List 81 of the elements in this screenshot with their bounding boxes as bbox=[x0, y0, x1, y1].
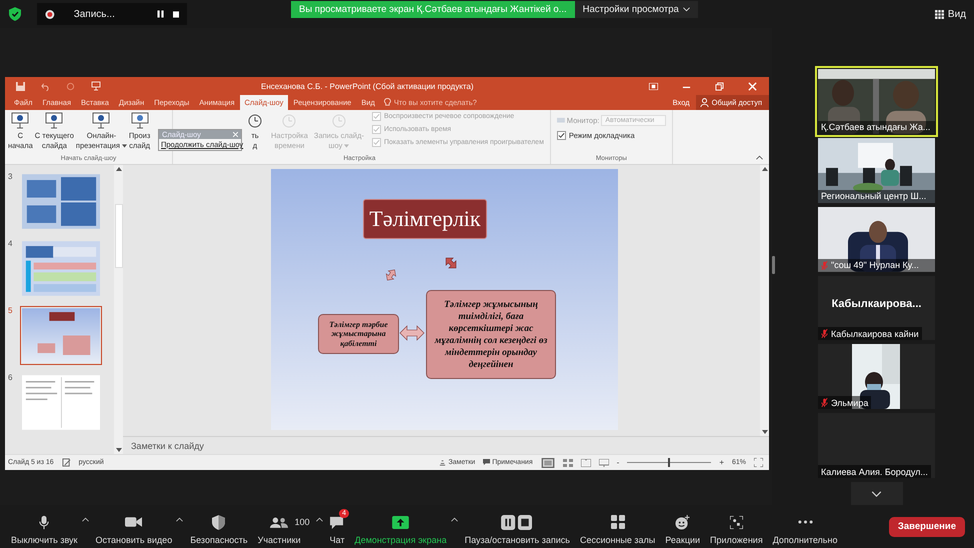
share-screen-icon bbox=[392, 514, 410, 530]
close-icon[interactable] bbox=[233, 132, 238, 137]
caret-icon[interactable] bbox=[450, 516, 458, 522]
checkmark-icon bbox=[558, 132, 565, 139]
stop-icon[interactable] bbox=[172, 10, 179, 18]
toolbar-button[interactable]: 100 Участники bbox=[252, 508, 325, 544]
chevron-down-icon bbox=[682, 6, 690, 12]
slide-text-box: Тәлімгер жұмысының тиімділігі, баға көрсеткіштері жас мұғалімнің сол кезеңдегі өз міндеттерін орындау деңгейінен bbox=[426, 290, 556, 379]
slide-number: 5 bbox=[8, 306, 14, 315]
zoom-out-button[interactable]: - bbox=[616, 458, 620, 467]
undo-icon[interactable] bbox=[41, 82, 50, 90]
lightbulb-icon bbox=[384, 98, 391, 107]
restore-icon[interactable] bbox=[715, 82, 724, 90]
participant-name-text: Калиева Алия. Бородул... bbox=[821, 466, 928, 477]
participant-name-text: Қ.Сәтбаев атындағы Жа... bbox=[821, 122, 930, 132]
scroll-down-icon[interactable] bbox=[116, 448, 122, 452]
toolbar-button[interactable]: Безопасность bbox=[185, 508, 253, 544]
shield-icon[interactable] bbox=[9, 7, 21, 21]
window-title: Енсеханова С.Б. - PowerPoint (Сбой активации продукта) bbox=[261, 82, 474, 90]
emoji-icon bbox=[675, 514, 690, 530]
person-icon bbox=[700, 98, 709, 107]
notes-field[interactable]: Заметки к слайду bbox=[123, 436, 769, 454]
caret-icon[interactable] bbox=[82, 516, 88, 522]
monitor-icon bbox=[556, 116, 565, 124]
toolbar-button[interactable]: Приложения bbox=[705, 508, 768, 544]
camera-icon bbox=[125, 514, 142, 530]
caret-icon[interactable] bbox=[316, 516, 323, 522]
toolbar-button[interactable]: Остановить видео bbox=[90, 508, 186, 544]
reading-view-icon[interactable] bbox=[580, 458, 591, 466]
display-options-icon[interactable] bbox=[649, 82, 658, 90]
toolbar-button[interactable]: Пауза/остановить запись bbox=[460, 508, 575, 544]
collapse-icon[interactable] bbox=[756, 155, 763, 160]
grid-icon[interactable] bbox=[934, 10, 944, 18]
resize-handle[interactable] bbox=[772, 256, 775, 274]
presenter-icon[interactable] bbox=[91, 81, 101, 91]
close-icon[interactable] bbox=[748, 82, 757, 90]
sharing-banner: Вы просматриваете экран Қ.Сәтбаев атындағы Жантікей о... bbox=[291, 0, 575, 18]
participant-count: 100 bbox=[294, 516, 310, 526]
slide-text-box: Тәлімгер тәрбие жұмыстарына қабілетті bbox=[318, 314, 399, 354]
participant-display-name: Кабылкаирова... bbox=[832, 298, 922, 310]
toolbar-button[interactable]: Демонстрация экрана bbox=[350, 508, 460, 544]
slide-title: Тәлімгерлік bbox=[363, 199, 487, 239]
shield-icon bbox=[212, 514, 226, 530]
view-button[interactable]: Вид bbox=[948, 8, 966, 20]
microphone-icon bbox=[39, 514, 50, 530]
toolbar-button[interactable]: Дополнительно bbox=[768, 508, 842, 544]
scroll-down-icon[interactable] bbox=[762, 430, 768, 434]
slide-number: 4 bbox=[8, 239, 14, 248]
slide-number: 3 bbox=[8, 172, 14, 181]
people-icon bbox=[270, 514, 288, 530]
grid-icon bbox=[610, 514, 625, 530]
notes-icon bbox=[439, 459, 446, 466]
comment-icon bbox=[483, 459, 490, 466]
end-meeting-button[interactable]: Завершение bbox=[888, 516, 965, 536]
recording-label: Запись... bbox=[72, 8, 116, 20]
toolbar-button[interactable]: Реакции bbox=[660, 508, 706, 544]
toolbar-button[interactable]: Сессионные залы bbox=[574, 508, 660, 544]
caret-icon[interactable] bbox=[176, 516, 184, 522]
participant-name-text: Региональный центр Ш... bbox=[821, 191, 926, 202]
apps-icon bbox=[730, 514, 743, 530]
participant-name-text: Кабылкаирова кайни bbox=[831, 328, 919, 339]
fit-slide-icon[interactable] bbox=[754, 458, 763, 467]
scroll-up-icon[interactable] bbox=[762, 167, 768, 171]
chat-icon bbox=[330, 514, 345, 530]
scroll-up-icon[interactable] bbox=[116, 167, 122, 171]
scrollbar-thumb[interactable] bbox=[114, 204, 122, 268]
double-arrow-icon bbox=[399, 325, 425, 341]
pause-stop-icon bbox=[501, 514, 534, 530]
slideshow-view-icon[interactable] bbox=[598, 458, 609, 466]
save-icon[interactable] bbox=[16, 82, 25, 90]
record-icon bbox=[45, 8, 55, 20]
participant-name-text: Эльмира bbox=[831, 398, 868, 408]
normal-view-icon[interactable] bbox=[540, 458, 555, 468]
view-settings-button[interactable]: Настройки просмотра bbox=[574, 0, 698, 18]
chevron-down-icon bbox=[871, 490, 882, 497]
sorter-view-icon[interactable] bbox=[562, 458, 573, 466]
spelling-icon[interactable] bbox=[62, 458, 71, 467]
zoom-in-button[interactable]: + bbox=[719, 458, 724, 467]
toolbar-button[interactable]: Выключить звук bbox=[6, 508, 90, 544]
pause-icon[interactable] bbox=[156, 10, 164, 18]
slide-number: 6 bbox=[8, 373, 14, 382]
